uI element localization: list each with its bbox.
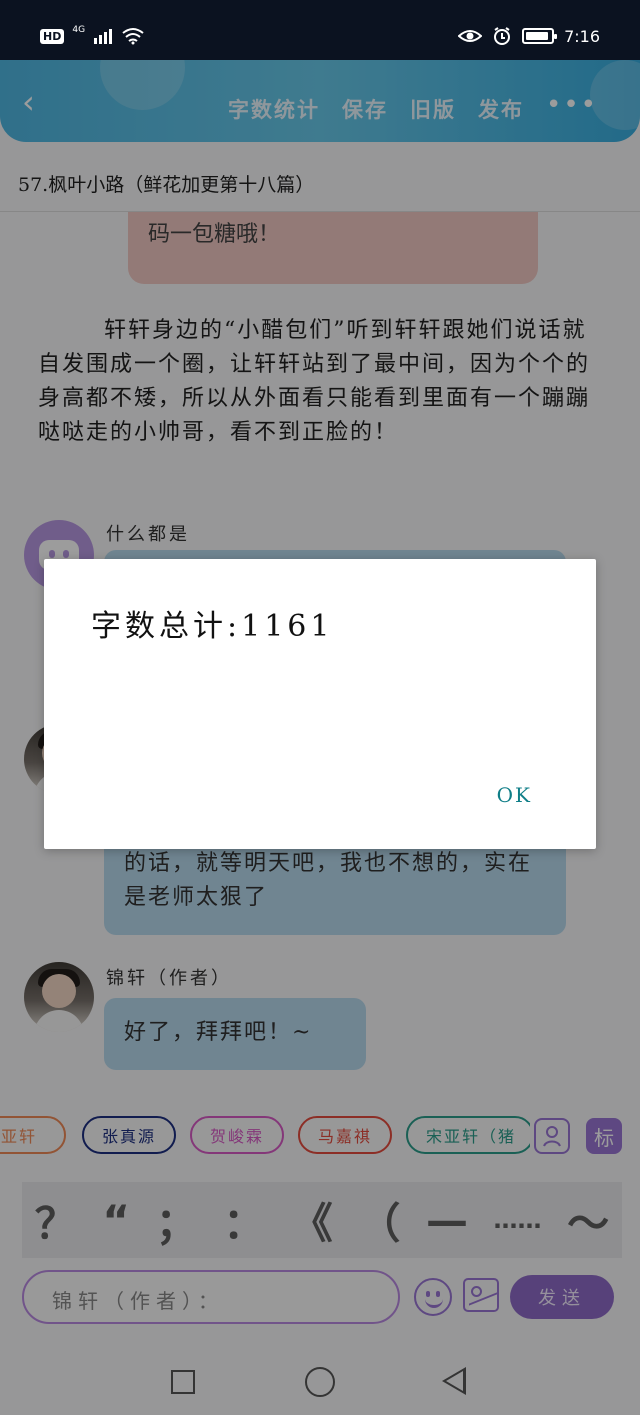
battery-icon [522,28,558,44]
signal-icon [94,29,113,44]
alarm-icon [494,27,511,45]
ok-button[interactable]: OK [497,783,532,807]
clock: 7:16 [564,26,600,46]
system-icons: 7:16 [458,26,600,46]
signal-group: HD 4G [40,25,145,45]
word-count-dialog: 字数总计:1161 OK [44,559,596,849]
wifi-icon [122,28,144,45]
app-screen: HD 4G 7:16 ‹ 字数统计 保存 旧版 发布 ••• 57.枫叶小路（鲜… [0,0,640,1415]
eye-icon [458,30,483,42]
hd-badge: HD [40,28,65,44]
status-bar: HD 4G 7:16 [0,0,640,60]
word-count-message: 字数总计:1161 [91,609,334,644]
network-label: 4G [72,25,86,35]
